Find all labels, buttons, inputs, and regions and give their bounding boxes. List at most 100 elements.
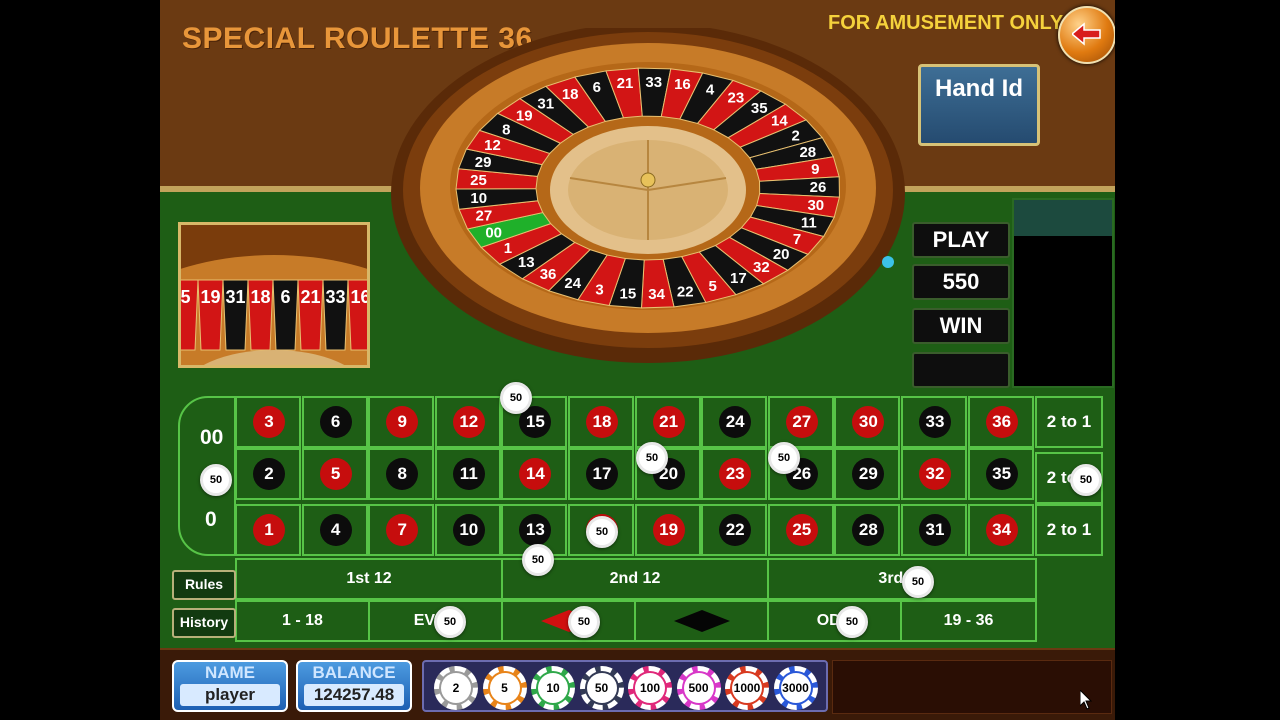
number-label: 4 xyxy=(319,514,352,546)
wheel-number: 30 xyxy=(807,197,824,214)
number-cell[interactable]: 14 xyxy=(501,448,568,500)
number-cell[interactable]: 2 xyxy=(235,448,301,500)
chip-50[interactable]: 50 xyxy=(579,666,624,710)
number-cell[interactable]: 9 xyxy=(368,396,435,448)
number-cell[interactable]: 17 xyxy=(568,448,634,500)
number-cell[interactable]: 1 xyxy=(235,504,301,556)
wheel-number: 14 xyxy=(771,113,788,130)
chip-10[interactable]: 10 xyxy=(531,666,575,710)
number-label: 8 xyxy=(386,458,419,490)
number-cell[interactable]: 10 xyxy=(434,504,501,556)
number-cell[interactable]: 12 xyxy=(434,396,501,448)
wheel-number: 34 xyxy=(648,286,665,303)
number-label: 21 xyxy=(652,406,685,438)
number-cell[interactable]: 18 xyxy=(568,396,634,448)
number-label: 35 xyxy=(985,458,1018,490)
number-label: 12 xyxy=(452,406,485,438)
bet-19-36[interactable]: 19 - 36 xyxy=(900,600,1037,642)
bet-black[interactable] xyxy=(634,600,769,642)
wheel-number: 10 xyxy=(470,190,487,207)
number-cell[interactable]: 24 xyxy=(701,396,768,448)
chip-100[interactable]: 100 xyxy=(628,666,672,710)
placed-chip[interactable]: 50 xyxy=(1070,464,1102,496)
chip-2[interactable]: 2 xyxy=(434,666,478,710)
rules-button[interactable]: Rules xyxy=(172,570,236,600)
number-label: 9 xyxy=(386,406,419,438)
number-cell[interactable]: 25 xyxy=(767,504,834,556)
number-cell[interactable]: 3 xyxy=(235,396,301,448)
balance-box: BALANCE 124257.48 xyxy=(296,660,412,712)
number-cell[interactable]: 21 xyxy=(634,396,701,448)
number-label: 27 xyxy=(785,406,818,438)
number-cell[interactable]: 19 xyxy=(634,504,701,556)
number-cell[interactable]: 28 xyxy=(834,504,901,556)
placed-chip[interactable]: 50 xyxy=(836,606,868,638)
number-cell[interactable]: 30 xyxy=(834,396,901,448)
mini-wheel-number: 6 xyxy=(280,287,290,307)
number-label: 33 xyxy=(919,406,951,438)
name-label: NAME xyxy=(204,663,256,682)
chip-1000[interactable]: 1000 xyxy=(725,666,769,710)
number-label: 32 xyxy=(919,458,951,490)
number-label: 3 xyxy=(253,406,285,438)
placed-chip[interactable]: 50 xyxy=(522,544,554,576)
number-cell[interactable]: 5 xyxy=(301,448,368,500)
chip-value: 3000 xyxy=(780,673,811,703)
bet-odd[interactable]: ODD xyxy=(767,600,902,642)
wheel-number: 22 xyxy=(677,283,694,300)
dozen-1st[interactable]: 1st 12 xyxy=(235,558,503,600)
placed-chip[interactable]: 50 xyxy=(902,566,934,598)
number-label: 24 xyxy=(719,406,752,438)
wheel-number: 26 xyxy=(810,179,827,196)
mini-wheel-number: 19 xyxy=(200,287,220,307)
wheel-number: 21 xyxy=(617,75,634,92)
mini-wheel-number: 5 xyxy=(181,287,191,307)
number-cell[interactable]: 23 xyxy=(701,448,768,500)
column-bet-bottom[interactable]: 2 to 1 xyxy=(1035,504,1103,556)
placed-chip[interactable]: 50 xyxy=(200,464,232,496)
placed-chip[interactable]: 50 xyxy=(586,516,618,548)
wheel-number: 33 xyxy=(645,74,662,91)
number-cell[interactable]: 33 xyxy=(901,396,967,448)
number-cell[interactable]: 11 xyxy=(434,448,501,500)
number-cell[interactable]: 31 xyxy=(901,504,967,556)
number-cell[interactable]: 27 xyxy=(767,396,834,448)
chip-value: 50 xyxy=(586,673,617,703)
placed-chip[interactable]: 50 xyxy=(434,606,466,638)
number-cell[interactable]: 34 xyxy=(967,504,1034,556)
chip-5[interactable]: 5 xyxy=(482,666,527,710)
game-stage: SPECIAL ROULETTE 36 FOR AMUSEMENT ONLY H… xyxy=(160,0,1115,720)
column-bet-top[interactable]: 2 to 1 xyxy=(1035,396,1103,448)
placed-chip[interactable]: 50 xyxy=(500,382,532,414)
number-label: 23 xyxy=(719,458,752,490)
number-cell[interactable]: 29 xyxy=(834,448,901,500)
number-cell[interactable]: 32 xyxy=(901,448,967,500)
number-cell[interactable]: 35 xyxy=(967,448,1034,500)
play-button[interactable]: PLAY xyxy=(912,222,1010,258)
placed-chip[interactable]: 50 xyxy=(636,442,668,474)
back-button[interactable] xyxy=(1058,6,1115,64)
bet-1-18[interactable]: 1 - 18 xyxy=(235,600,370,642)
chip-500[interactable]: 500 xyxy=(676,666,721,710)
number-label: 28 xyxy=(852,514,885,546)
wheel-number: 35 xyxy=(751,100,768,117)
number-cell[interactable]: 22 xyxy=(701,504,768,556)
history-button[interactable]: History xyxy=(172,608,236,638)
wheel-number: 31 xyxy=(537,95,554,112)
history-panel-header xyxy=(1014,200,1112,236)
chip-3000[interactable]: 3000 xyxy=(773,666,818,710)
bet-00[interactable]: 00 xyxy=(200,426,223,450)
back-arrow-icon xyxy=(1072,22,1101,46)
number-label: 14 xyxy=(519,458,552,490)
bet-0[interactable]: 0 xyxy=(205,508,217,532)
number-cell[interactable]: 36 xyxy=(967,396,1034,448)
number-cell[interactable]: 8 xyxy=(368,448,435,500)
number-cell[interactable]: 7 xyxy=(368,504,435,556)
wheel-number: 00 xyxy=(485,224,502,241)
placed-chip[interactable]: 50 xyxy=(568,606,600,638)
number-cell[interactable]: 6 xyxy=(301,396,368,448)
player-name: player xyxy=(180,684,280,706)
number-cell[interactable]: 4 xyxy=(301,504,368,556)
number-label: 6 xyxy=(319,406,352,438)
placed-chip[interactable]: 50 xyxy=(768,442,800,474)
